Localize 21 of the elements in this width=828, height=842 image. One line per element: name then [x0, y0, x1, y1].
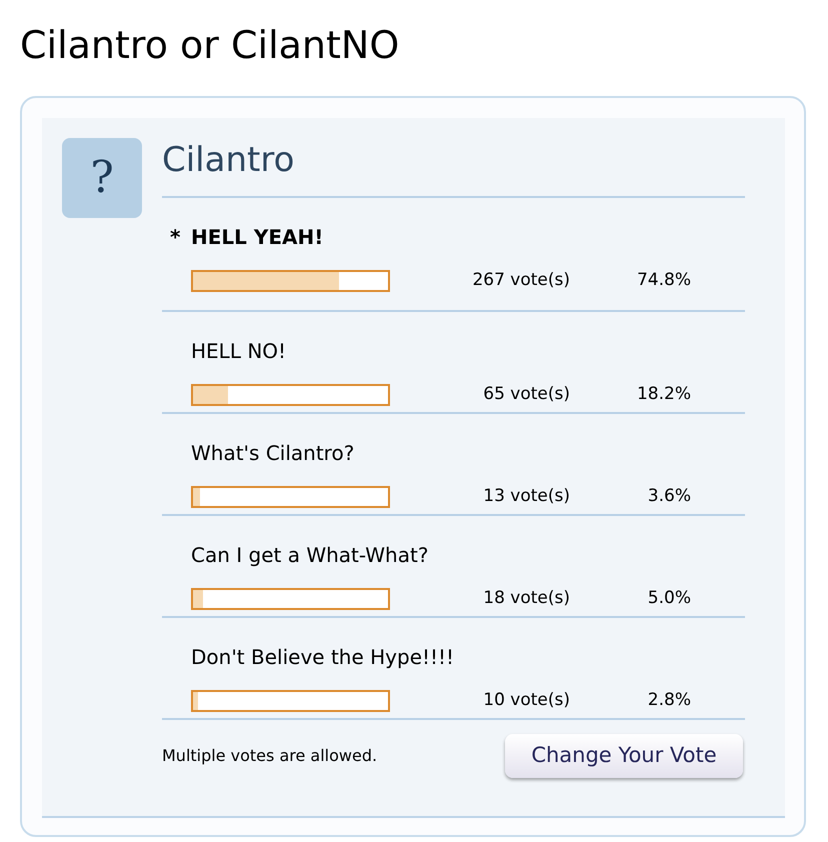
option-label: Don't Believe the Hype!!!! — [191, 644, 454, 670]
vote-percent: 74.8% — [636, 269, 691, 292]
page-title: Cilantro or CilantNO — [20, 22, 400, 68]
vote-count: 267 vote(s) — [471, 269, 570, 292]
option-label: What's Cilantro? — [191, 440, 354, 466]
vote-count: 18 vote(s) — [482, 587, 570, 610]
option-label: HELL NO! — [191, 338, 286, 364]
vote-percent: 3.6% — [646, 485, 691, 508]
vote-percent: 18.2% — [636, 383, 691, 406]
option-label: HELL YEAH! — [191, 224, 324, 250]
change-vote-button[interactable]: Change Your Vote — [505, 734, 743, 778]
vote-count: 13 vote(s) — [482, 485, 570, 508]
vote-percent: 2.8% — [646, 689, 691, 712]
poll-question: Cilantro — [162, 138, 745, 198]
vote-percent: 5.0% — [646, 587, 691, 610]
option-label: Can I get a What-What? — [191, 542, 428, 568]
vote-marker: * — [169, 224, 182, 250]
question-icon: ? — [62, 138, 142, 218]
vote-count: 10 vote(s) — [482, 689, 570, 712]
poll-note: Multiple votes are allowed. — [162, 745, 378, 767]
vote-count: 65 vote(s) — [482, 383, 570, 406]
